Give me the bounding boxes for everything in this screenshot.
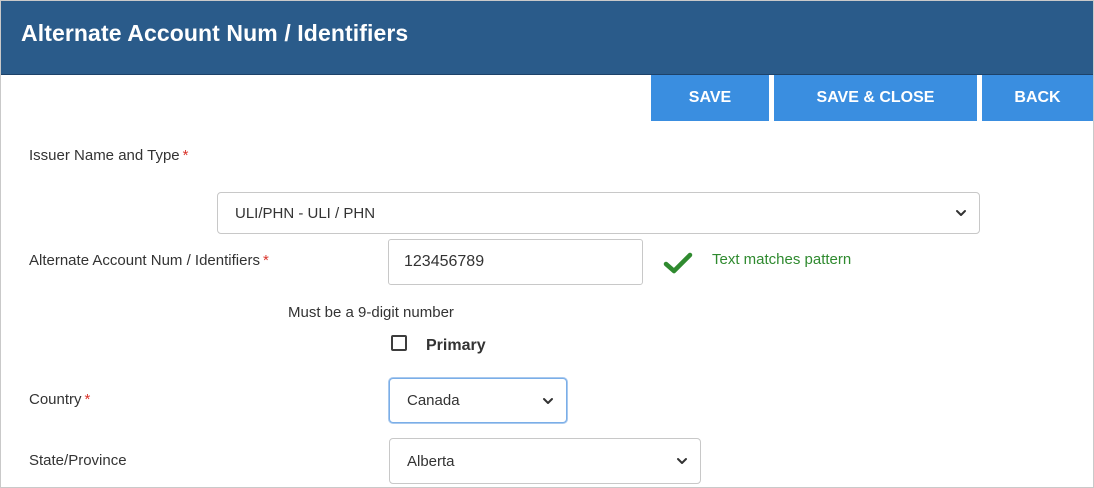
issuer-label-text: Issuer Name and Type xyxy=(29,147,180,164)
page-title: Alternate Account Num / Identifiers xyxy=(21,20,409,46)
chevron-down-icon xyxy=(677,458,687,464)
required-marker: * xyxy=(84,391,91,408)
required-marker: * xyxy=(182,147,189,164)
save-button[interactable]: SAVE xyxy=(651,75,769,121)
identifier-label: Alternate Account Num / Identifiers * xyxy=(29,252,269,269)
identifier-input[interactable] xyxy=(388,239,643,285)
back-button[interactable]: BACK xyxy=(982,75,1093,121)
checkmark-icon xyxy=(663,252,693,274)
chevron-down-icon xyxy=(543,397,553,404)
country-label-text: Country xyxy=(29,391,82,408)
state-select[interactable]: Alberta xyxy=(389,438,701,484)
issuer-select[interactable]: ULI/PHN - ULI / PHN xyxy=(217,192,980,234)
country-select[interactable]: Canada xyxy=(389,378,567,423)
chevron-down-icon xyxy=(956,210,966,216)
save-and-close-button[interactable]: SAVE & CLOSE xyxy=(774,75,977,121)
primary-checkbox-label[interactable]: Primary xyxy=(426,337,486,355)
issuer-select-value: ULI/PHN - ULI / PHN xyxy=(235,204,376,222)
primary-checkbox[interactable] xyxy=(391,335,407,351)
identifier-label-text: Alternate Account Num / Identifiers xyxy=(29,252,260,269)
validation-message: Text matches pattern xyxy=(712,251,852,268)
state-select-value: Alberta xyxy=(407,452,455,470)
state-label: State/Province xyxy=(29,452,127,469)
country-label: Country * xyxy=(29,391,90,408)
country-select-value: Canada xyxy=(407,392,460,409)
required-marker: * xyxy=(262,252,269,269)
issuer-label: Issuer Name and Type * xyxy=(29,147,188,164)
identifier-hint: Must be a 9-digit number xyxy=(288,304,454,321)
form-window: Alternate Account Num / Identifiers SAVE… xyxy=(0,0,1094,488)
page-header: Alternate Account Num / Identifiers xyxy=(1,1,1093,75)
